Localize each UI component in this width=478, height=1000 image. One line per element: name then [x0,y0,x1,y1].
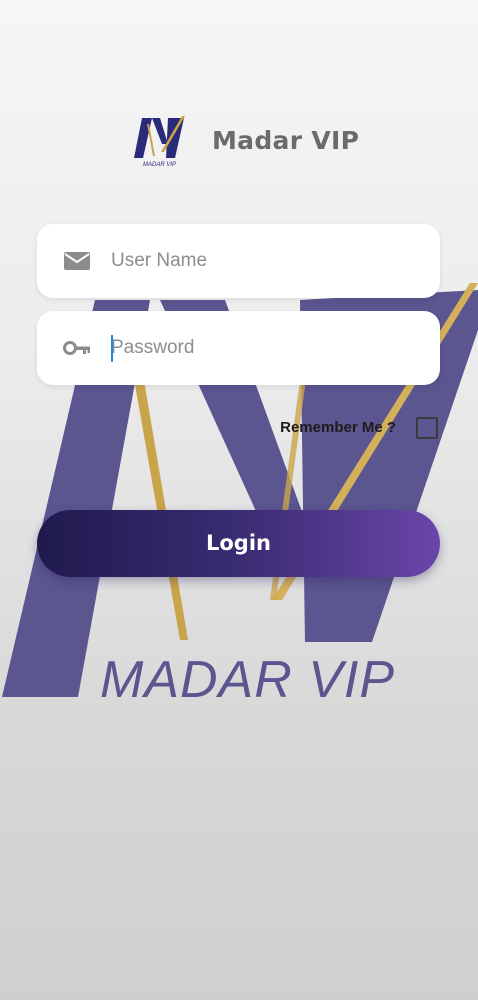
password-input[interactable] [111,311,421,385]
remember-me-row[interactable]: Remember Me ? [230,416,440,442]
mail-icon [64,252,90,270]
logo-text: MADAR VIP [143,162,176,168]
username-input[interactable] [111,224,421,298]
login-button[interactable]: Login [37,510,440,577]
app-header: MADAR VIP Madar VIP [0,110,478,170]
remember-me-checkbox[interactable] [416,417,438,439]
key-icon [63,341,90,355]
text-cursor [111,335,113,362]
madar-logo: MADAR VIP [134,116,185,168]
background-watermark-text: MADAR VIP [100,651,395,709]
username-field[interactable] [37,224,440,298]
remember-me-label: Remember Me ? [280,419,396,436]
password-field[interactable] [37,311,440,385]
app-title: Madar VIP [212,126,360,155]
